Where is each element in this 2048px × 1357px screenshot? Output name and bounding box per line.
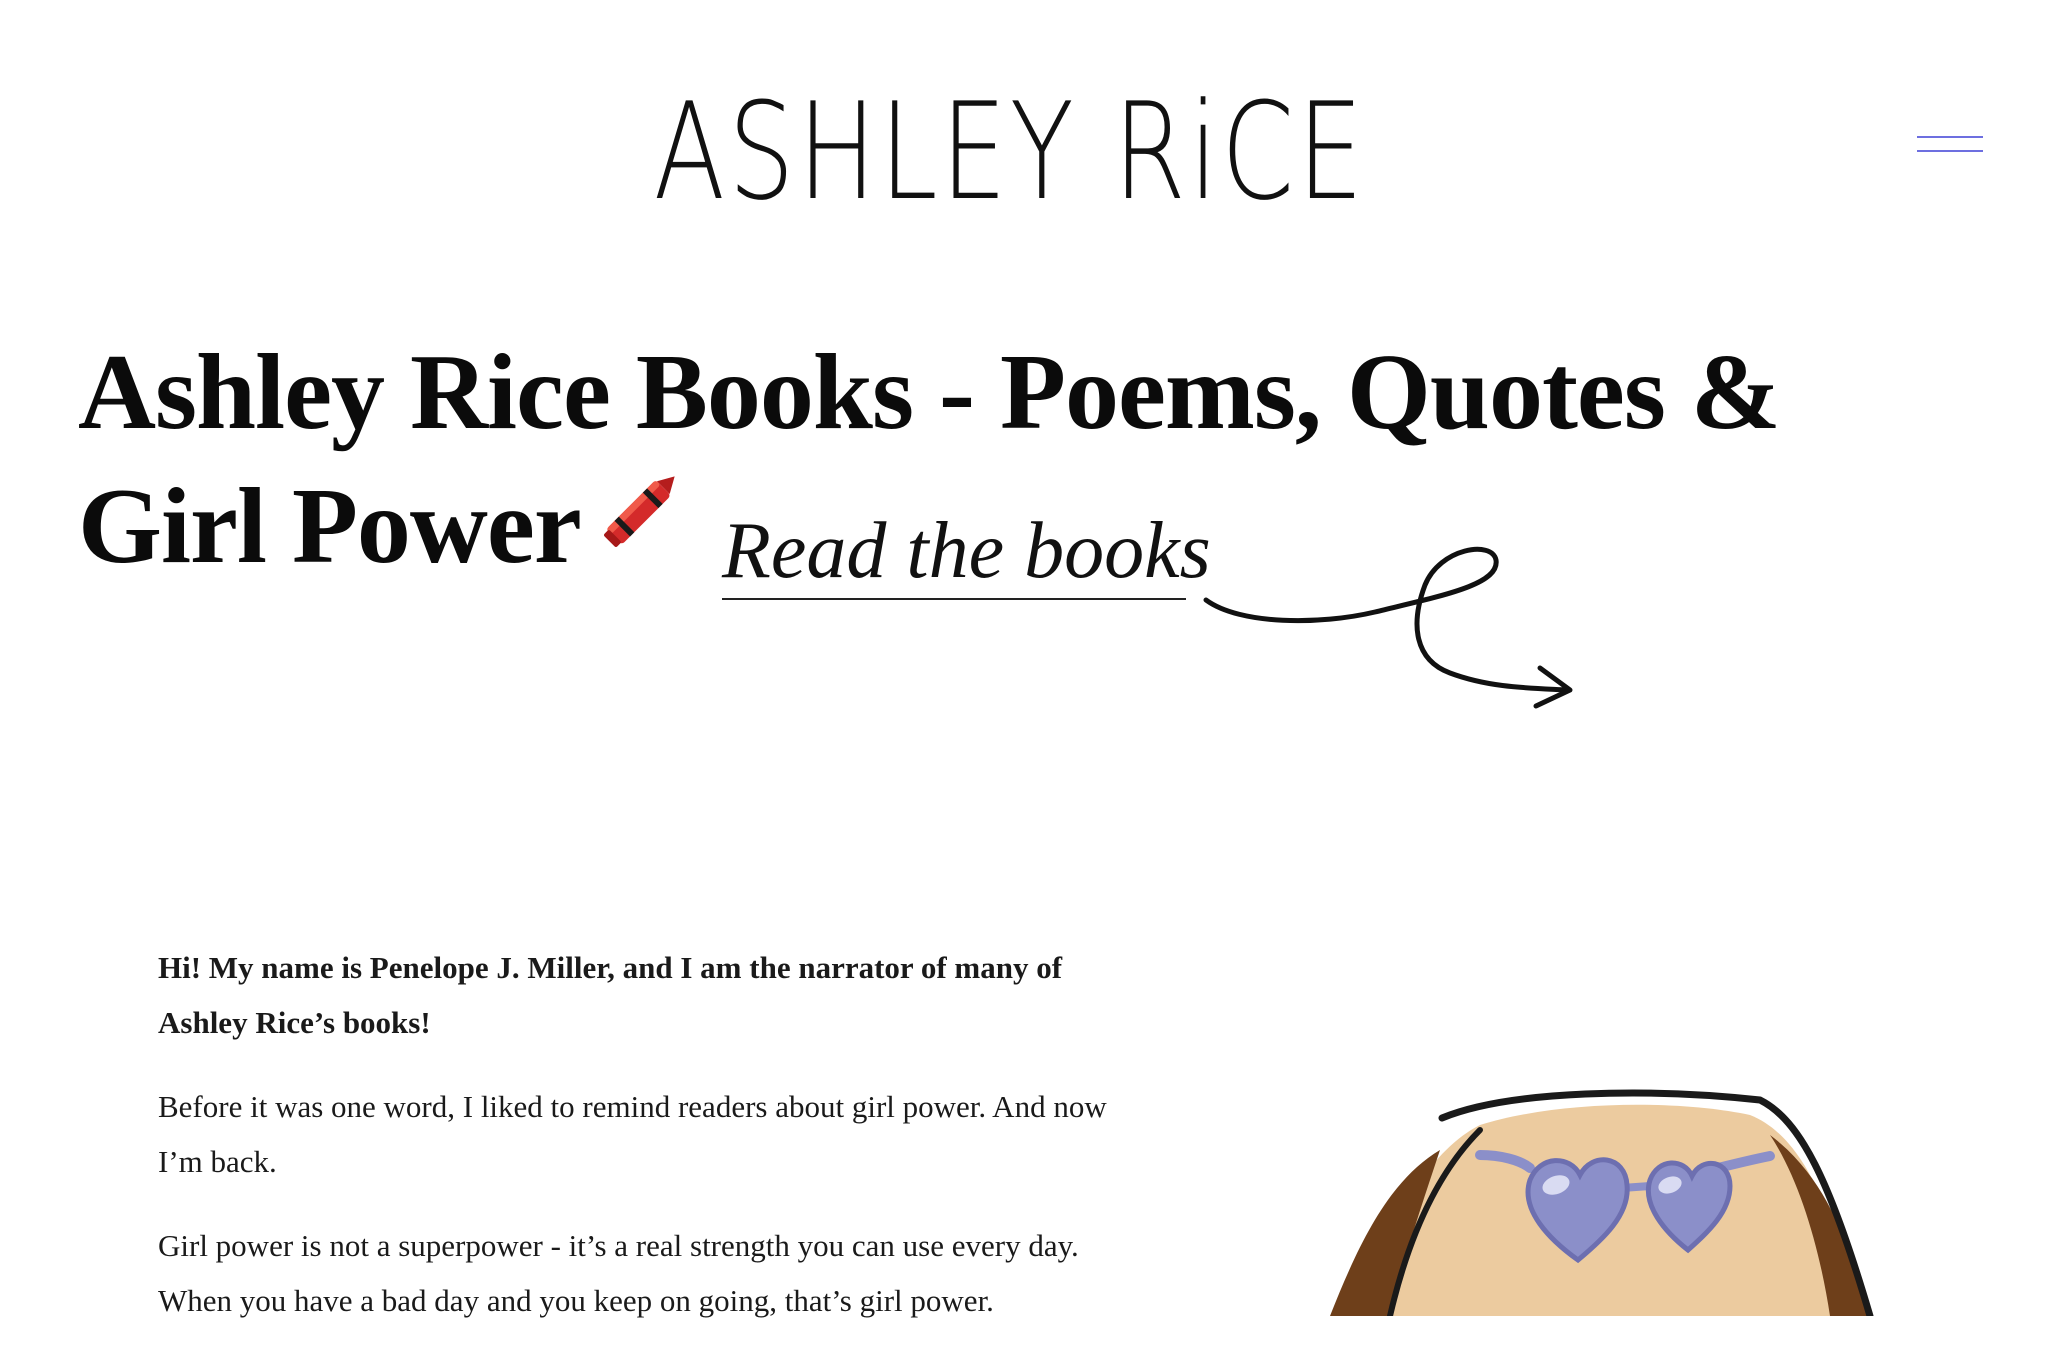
site-logo[interactable]: ASHLEY RiCE <box>654 72 1364 232</box>
read-the-books-underline <box>722 598 1186 600</box>
curly-arrow-icon <box>1203 546 1573 709</box>
hamburger-icon-line <box>1917 150 1983 152</box>
site-header: ASHLEY RiCE <box>0 0 2048 260</box>
intro-paragraph: Before it was one word, I liked to remin… <box>158 1089 1107 1179</box>
crayon-icon <box>585 456 695 594</box>
penelope-illustration <box>1330 1089 1874 1316</box>
intro-section: Hi! My name is Penelope J. Miller, and I… <box>158 940 1118 1357</box>
hamburger-icon <box>1917 136 1983 138</box>
intro-paragraph: Girl power is not a superpower - it’s a … <box>158 1228 1079 1318</box>
read-the-books-link[interactable]: Read the books <box>722 503 1211 599</box>
hamburger-menu-button[interactable] <box>1917 128 1983 164</box>
intro-lead: Hi! My name is Penelope J. Miller, and I… <box>158 950 1063 1040</box>
